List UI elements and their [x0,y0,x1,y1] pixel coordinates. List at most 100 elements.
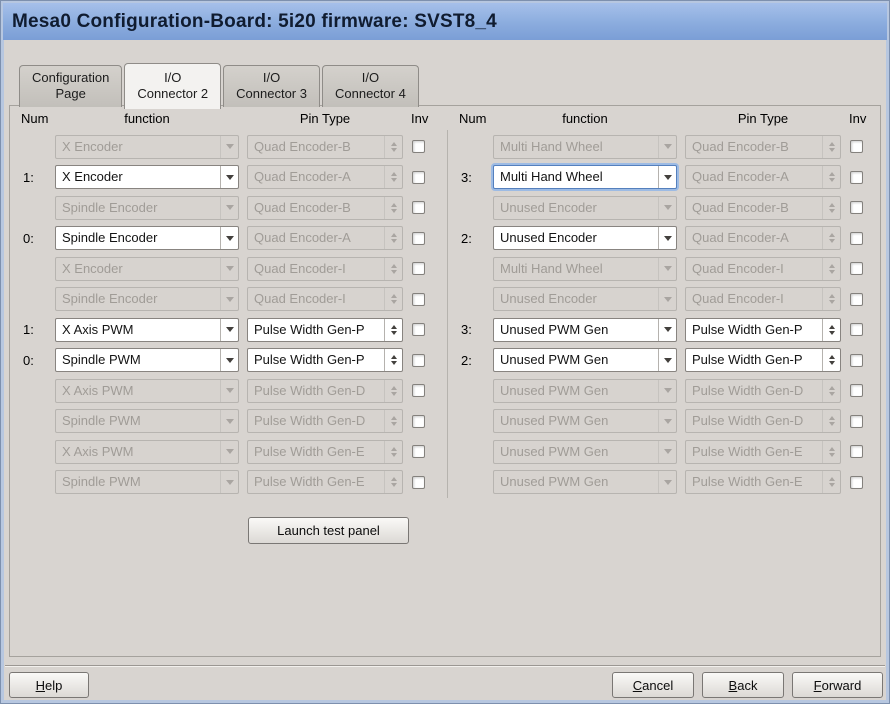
combobox-value: Quad Encoder-I [248,258,384,280]
pintype-combobox: Pulse Width Gen-E [247,440,403,464]
updown-arrow-icon [384,227,402,249]
dropdown-arrow-icon [220,288,238,310]
tab-io-connector-2[interactable]: I/O Connector 2 [124,63,221,109]
combobox-value: Quad Encoder-A [248,166,384,188]
dropdown-arrow-icon [658,197,676,219]
combobox-value: Multi Hand Wheel [494,136,658,158]
inv-checkbox[interactable] [412,293,425,306]
inv-checkbox[interactable] [412,384,425,397]
pintype-combobox[interactable]: Pulse Width Gen-P [685,318,841,342]
inv-checkbox[interactable] [412,415,425,428]
tab-io-connector-4[interactable]: I/O Connector 4 [322,65,419,107]
combobox-value: Spindle Encoder [56,197,220,219]
combobox-value: Unused PWM Gen [494,349,658,371]
inv-checkbox[interactable] [850,140,863,153]
dropdown-arrow-icon [220,410,238,432]
dropdown-arrow-icon [220,227,238,249]
combobox-value: Pulse Width Gen-P [686,319,822,341]
dropdown-arrow-icon [658,380,676,402]
dropdown-arrow-icon [658,166,676,188]
inv-checkbox[interactable] [412,140,425,153]
pintype-combobox: Pulse Width Gen-D [685,379,841,403]
inv-checkbox[interactable] [850,415,863,428]
inv-checkbox[interactable] [412,323,425,336]
inv-checkbox[interactable] [850,232,863,245]
inv-checkbox[interactable] [850,354,863,367]
cancel-button[interactable]: Cancel [612,672,694,698]
tab-io-connector-3[interactable]: I/O Connector 3 [223,65,320,107]
function-combobox[interactable]: Unused Encoder [493,226,677,250]
inv-checkbox[interactable] [412,201,425,214]
function-combobox: X Encoder [55,135,239,159]
inv-checkbox[interactable] [412,354,425,367]
dropdown-arrow-icon [658,319,676,341]
pintype-combobox: Pulse Width Gen-E [685,470,841,494]
updown-arrow-icon [384,380,402,402]
function-combobox[interactable]: X Axis PWM [55,318,239,342]
inv-checkbox[interactable] [850,476,863,489]
pintype-combobox[interactable]: Pulse Width Gen-P [247,348,403,372]
combobox-value: Quad Encoder-I [686,258,822,280]
function-combobox[interactable]: Unused PWM Gen [493,318,677,342]
pin-number-label: 1: [13,322,47,337]
inv-checkbox[interactable] [850,262,863,275]
combobox-value: Unused Encoder [494,227,658,249]
dropdown-arrow-icon [220,258,238,280]
forward-button[interactable]: Forward [792,672,883,698]
function-combobox[interactable]: X Encoder [55,165,239,189]
tab-configuration-page[interactable]: Configuration Page [19,65,122,107]
pin-grid-left: NumfunctionPin TypeInvX EncoderQuad Enco… [13,108,425,494]
pintype-combobox: Quad Encoder-A [685,165,841,189]
inv-checkbox[interactable] [850,323,863,336]
column-header-function: function [55,111,239,126]
updown-arrow-icon [384,319,402,341]
inv-checkbox[interactable] [850,445,863,458]
pin-number-label: 2: [451,353,485,368]
combobox-value: Unused Encoder [494,197,658,219]
function-combobox[interactable]: Multi Hand Wheel [493,165,677,189]
notebook-tab-bar: Configuration Page I/O Connector 2 I/O C… [19,61,421,107]
combobox-value: Spindle PWM [56,410,220,432]
function-combobox[interactable]: Unused PWM Gen [493,348,677,372]
function-combobox[interactable]: Spindle Encoder [55,226,239,250]
help-button[interactable]: Help [9,672,89,698]
combobox-value: Pulse Width Gen-P [686,349,822,371]
inv-checkbox[interactable] [412,171,425,184]
inv-checkbox[interactable] [850,201,863,214]
pintype-combobox[interactable]: Pulse Width Gen-P [685,348,841,372]
pintype-combobox: Pulse Width Gen-D [247,379,403,403]
updown-arrow-icon [822,380,840,402]
pintype-combobox[interactable]: Pulse Width Gen-P [247,318,403,342]
inv-checkbox[interactable] [412,262,425,275]
inv-checkbox[interactable] [850,384,863,397]
inv-checkbox[interactable] [412,476,425,489]
inv-checkbox[interactable] [412,232,425,245]
updown-arrow-icon [822,136,840,158]
pintype-combobox: Pulse Width Gen-D [247,409,403,433]
back-button[interactable]: Back [702,672,784,698]
dropdown-arrow-icon [220,197,238,219]
updown-arrow-icon [822,288,840,310]
inv-checkbox[interactable] [850,171,863,184]
dropdown-arrow-icon [220,166,238,188]
launch-test-panel-button[interactable]: Launch test panel [248,517,409,544]
updown-arrow-icon [384,441,402,463]
updown-arrow-icon [384,258,402,280]
group-divider [447,130,448,498]
function-combobox[interactable]: Spindle PWM [55,348,239,372]
updown-arrow-icon [384,197,402,219]
inv-checkbox[interactable] [412,445,425,458]
pintype-combobox: Quad Encoder-I [247,257,403,281]
combobox-value: X Encoder [56,166,220,188]
inv-checkbox[interactable] [850,293,863,306]
pin-number-label: 1: [13,170,47,185]
dropdown-arrow-icon [658,410,676,432]
pin-grid-right: NumfunctionPin TypeInvMulti Hand WheelQu… [451,108,863,494]
function-combobox: Unused PWM Gen [493,409,677,433]
pintype-combobox: Pulse Width Gen-E [685,440,841,464]
dropdown-arrow-icon [220,349,238,371]
pintype-combobox: Quad Encoder-B [685,196,841,220]
updown-arrow-icon [822,319,840,341]
updown-arrow-icon [384,136,402,158]
combobox-value: Pulse Width Gen-E [686,441,822,463]
